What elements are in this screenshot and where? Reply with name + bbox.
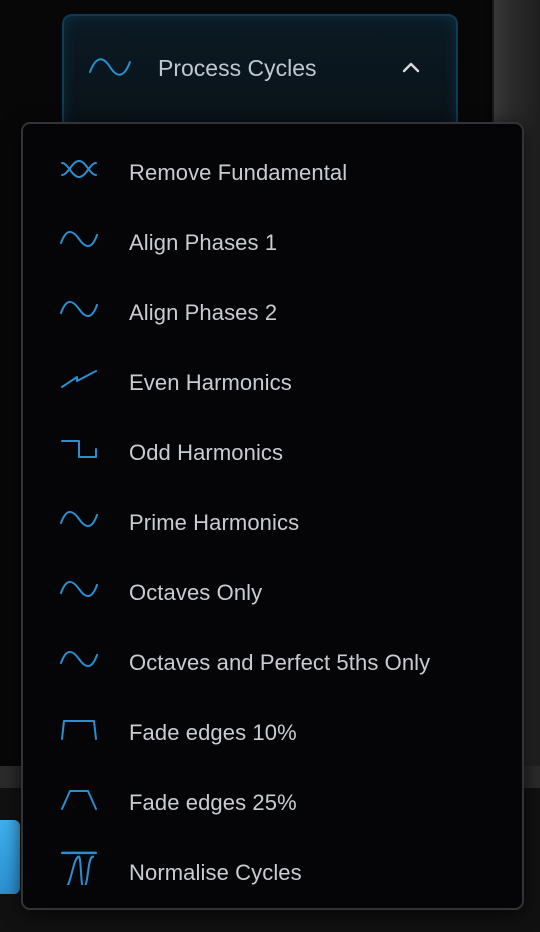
menu-item-fade-edges-10[interactable]: Fade edges 10% — [23, 692, 522, 762]
menu-item-label: Remove Fundamental — [129, 160, 348, 185]
process-cycles-menu: Remove Fundamental Align Phases 1 Align … — [21, 122, 524, 910]
normalise-icon — [61, 851, 97, 885]
menu-item-label: Fade edges 10% — [129, 720, 297, 745]
menu-item-octaves-only[interactable]: Octaves Only — [23, 552, 522, 622]
menu-item-label: Even Harmonics — [129, 370, 292, 395]
menu-item-label: Align Phases 2 — [129, 300, 278, 325]
menu-item-even-harmonics[interactable]: Even Harmonics — [23, 342, 522, 412]
left-edge-handle[interactable] — [0, 820, 20, 894]
dropdown-selected-label: Process Cycles — [158, 55, 317, 81]
fade-short-icon — [61, 720, 97, 740]
menu-item-label: Octaves Only — [129, 580, 263, 605]
menu-item-label: Odd Harmonics — [129, 440, 284, 465]
sine-wave-icon — [60, 511, 98, 527]
sine-wave-icon — [60, 581, 98, 597]
menu-item-label: Fade edges 25% — [129, 790, 297, 815]
menu-item-prime-harmonics[interactable]: Prime Harmonics — [23, 482, 522, 552]
sine-wave-icon — [60, 651, 98, 667]
fade-long-icon — [61, 790, 97, 810]
sine-wave-icon — [60, 301, 98, 317]
menu-item-align-phases-1[interactable]: Align Phases 1 — [23, 202, 522, 272]
sawtooth-wave-icon — [61, 370, 97, 388]
menu-item-label: Octaves and Perfect 5ths Only — [129, 650, 431, 675]
menu-item-label: Align Phases 1 — [129, 230, 278, 255]
menu-item-normalise-cycles[interactable]: Normalise Cycles — [23, 832, 522, 902]
sine-wave-icon — [89, 58, 131, 76]
menu-item-odd-harmonics[interactable]: Odd Harmonics — [23, 412, 522, 482]
menu-item-label: Prime Harmonics — [129, 510, 300, 535]
menu-item-label: Normalise Cycles — [129, 860, 302, 885]
square-wave-icon — [61, 440, 97, 458]
chevron-up-icon[interactable] — [400, 56, 422, 78]
sine-wave-icon — [60, 231, 98, 247]
menu-item-octaves-and-perfect-5ths[interactable]: Octaves and Perfect 5ths Only — [23, 622, 522, 692]
menu-item-remove-fundamental[interactable]: Remove Fundamental — [23, 132, 522, 202]
menu-item-fade-edges-25[interactable]: Fade edges 25% — [23, 762, 522, 832]
crossed-sine-icon — [61, 160, 97, 178]
menu-item-align-phases-2[interactable]: Align Phases 2 — [23, 272, 522, 342]
